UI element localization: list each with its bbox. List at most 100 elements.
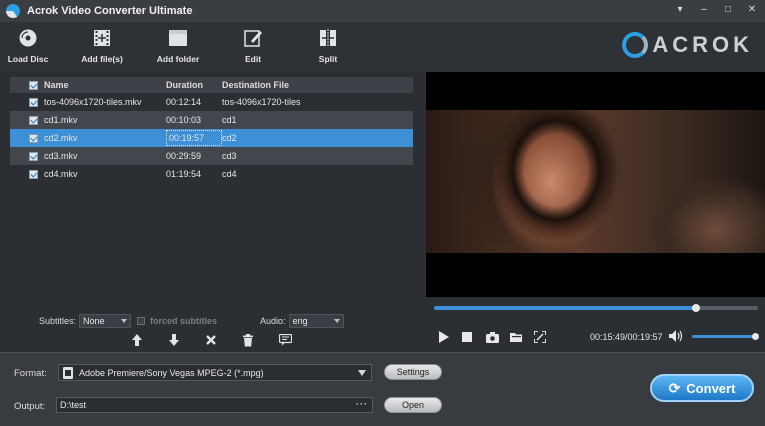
audio-value: eng xyxy=(292,316,308,326)
table-row-selected[interactable]: cd2.mkv 00:19:57 cd2 xyxy=(10,129,413,147)
edit-icon xyxy=(243,28,263,48)
minimize-button[interactable]: – xyxy=(699,4,709,15)
output-path-field[interactable]: D:\test ··· xyxy=(56,397,373,413)
fullscreen-icon[interactable] xyxy=(533,330,547,344)
file-destination: cd1 xyxy=(222,115,237,125)
subtitles-value: None xyxy=(83,316,105,326)
move-down-icon[interactable] xyxy=(165,332,183,348)
file-name: cd1.mkv xyxy=(44,115,78,125)
app-logo-icon xyxy=(6,4,20,18)
window-title: Acrok Video Converter Ultimate xyxy=(27,5,193,17)
brand-text: ACROK xyxy=(652,32,753,57)
menu-dropdown-icon[interactable]: ▾ xyxy=(675,4,685,15)
output-label: Output: xyxy=(14,401,46,412)
convert-label: Convert xyxy=(686,380,736,396)
file-destination: tos-4096x1720-tiles xyxy=(222,97,301,107)
trash-icon[interactable] xyxy=(239,332,257,348)
file-duration: 00:12:14 xyxy=(166,97,202,107)
brand-mark-icon xyxy=(622,32,649,58)
file-destination: cd4 xyxy=(222,169,237,179)
column-name[interactable]: Name xyxy=(44,80,166,90)
format-label: Format: xyxy=(14,368,47,379)
convert-button[interactable]: ⟳ Convert xyxy=(650,374,754,402)
move-up-icon[interactable] xyxy=(128,332,146,348)
file-destination: cd2 xyxy=(222,133,237,143)
table-row[interactable]: cd3.mkv 00:29:59 cd3 xyxy=(10,147,413,165)
file-duration: 01:19:54 xyxy=(166,169,202,179)
camera-icon[interactable] xyxy=(485,330,499,344)
split-icon xyxy=(318,28,338,48)
edit-button[interactable]: Edit xyxy=(223,28,283,64)
volume-icon[interactable] xyxy=(669,329,683,343)
edit-label: Edit xyxy=(244,54,262,64)
file-duration: 00:19:57 xyxy=(166,130,222,146)
file-list-header: Name Duration Destination File xyxy=(10,77,413,93)
volume-handle[interactable] xyxy=(752,333,759,340)
forced-subtitles-label: forced subtitles xyxy=(150,316,218,326)
forced-subtitles-checkbox[interactable] xyxy=(137,317,146,325)
settings-button[interactable]: Settings xyxy=(384,364,442,380)
row-checkbox[interactable] xyxy=(29,151,38,161)
format-value: Adobe Premiere/Sony Vegas MPEG-2 (*.mpg) xyxy=(79,367,264,378)
file-name: tos-4096x1720-tiles.mkv xyxy=(44,97,142,107)
file-duration: 00:10:03 xyxy=(166,115,202,125)
file-name: cd2.mkv xyxy=(44,133,78,143)
brand-logo: ACROK xyxy=(622,32,753,58)
file-name: cd4.mkv xyxy=(44,169,78,179)
row-checkbox[interactable] xyxy=(29,133,38,143)
row-checkbox[interactable] xyxy=(29,115,38,125)
load-disc-label: Load Disc xyxy=(7,54,49,64)
file-duration: 00:29:59 xyxy=(166,151,202,161)
subtitle-audio-bar: Subtitles: None forced subtitles Audio: … xyxy=(10,313,420,329)
volume-slider[interactable] xyxy=(692,335,758,338)
list-actions xyxy=(128,332,294,348)
split-button[interactable]: Split xyxy=(298,28,358,64)
split-label: Split xyxy=(318,54,338,64)
open-button[interactable]: Open xyxy=(384,397,442,413)
table-row[interactable]: cd1.mkv 00:10:03 cd1 xyxy=(10,111,413,129)
add-folder-label: Add folder xyxy=(156,54,200,64)
window-controls: ▾ – □ ✕ xyxy=(675,4,757,15)
add-folder-button[interactable]: Add folder xyxy=(148,28,208,64)
select-all-checkbox[interactable] xyxy=(29,80,38,90)
play-button[interactable] xyxy=(436,330,450,344)
disc-icon xyxy=(18,28,38,48)
add-files-button[interactable]: Add file(s) xyxy=(72,28,132,64)
table-row[interactable]: tos-4096x1720-tiles.mkv 00:12:14 tos-409… xyxy=(10,93,413,111)
table-row[interactable]: cd4.mkv 01:19:54 cd4 xyxy=(10,165,413,183)
chevron-down-icon xyxy=(333,319,340,323)
close-button[interactable]: ✕ xyxy=(747,4,757,15)
output-path-value: D:\test xyxy=(60,400,87,410)
browse-button[interactable]: ··· xyxy=(356,399,368,409)
seek-bar-remaining[interactable] xyxy=(696,306,758,310)
file-list: Name Duration Destination File tos-4096x… xyxy=(10,77,413,307)
file-name: cd3.mkv xyxy=(44,151,78,161)
seek-bar[interactable] xyxy=(434,306,696,310)
add-files-label: Add file(s) xyxy=(81,54,123,64)
chevron-down-icon xyxy=(121,319,128,323)
format-select[interactable]: Adobe Premiere/Sony Vegas MPEG-2 (*.mpg) xyxy=(58,364,372,381)
seek-handle[interactable] xyxy=(692,304,700,312)
subtitles-select[interactable]: None xyxy=(79,314,132,328)
maximize-button[interactable]: □ xyxy=(723,4,733,15)
format-file-icon xyxy=(63,366,73,379)
properties-icon[interactable] xyxy=(276,332,294,348)
video-preview[interactable] xyxy=(426,72,765,297)
file-destination: cd3 xyxy=(222,151,237,161)
remove-icon[interactable] xyxy=(202,332,220,348)
toolbar: Load Disc Add file(s) Add folder Edit Sp… xyxy=(0,22,765,72)
film-add-icon xyxy=(92,28,112,48)
row-checkbox[interactable] xyxy=(29,169,38,179)
video-frame xyxy=(426,110,765,253)
folder-open-icon[interactable] xyxy=(509,330,523,344)
row-checkbox[interactable] xyxy=(29,97,38,107)
load-disc-button[interactable]: Load Disc xyxy=(0,28,58,64)
audio-label: Audio: xyxy=(260,316,286,326)
chevron-down-icon[interactable] xyxy=(358,370,366,376)
column-duration[interactable]: Duration xyxy=(166,80,222,90)
audio-select[interactable]: eng xyxy=(288,314,344,328)
refresh-icon: ⟳ xyxy=(668,379,681,396)
stop-button[interactable] xyxy=(460,330,474,344)
playback-time: 00:15:49/00:19:57 xyxy=(590,332,663,342)
column-destination[interactable]: Destination File xyxy=(222,80,413,90)
